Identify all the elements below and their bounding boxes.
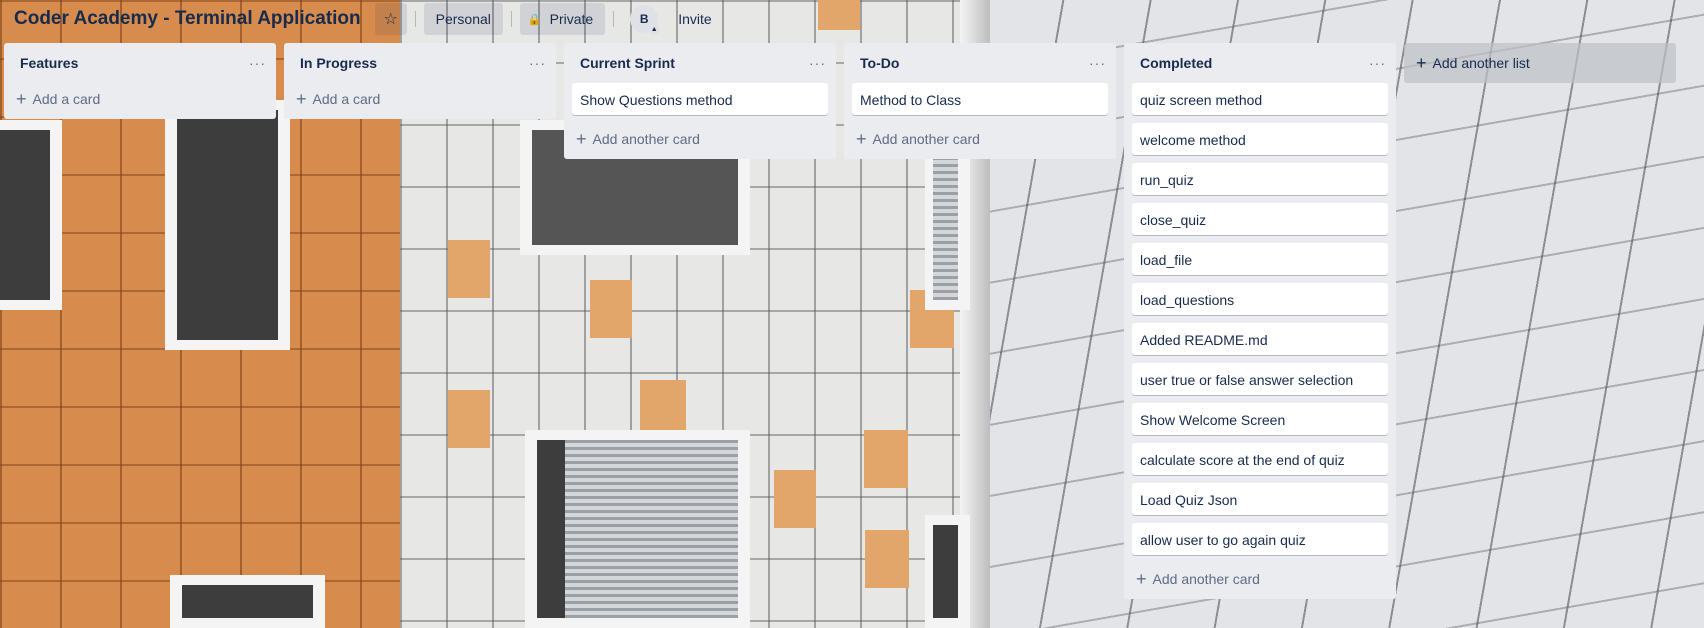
star-icon: ☆ — [383, 11, 398, 28]
privacy-button[interactable]: 🔒 Private — [519, 3, 606, 35]
add-card-label: Add another card — [592, 131, 700, 147]
plus-icon: + — [296, 89, 307, 109]
board-header: Coder Academy - Terminal Application ☆ P… — [0, 0, 1704, 38]
plus-icon: + — [576, 129, 587, 149]
list-menu-icon[interactable]: ··· — [249, 55, 266, 71]
lock-icon: 🔒 — [527, 13, 542, 26]
list-title[interactable]: To-Do — [860, 55, 899, 71]
list-header[interactable]: In Progress ··· — [284, 43, 556, 83]
card-list: Show Questions method — [564, 83, 836, 115]
add-card-label: Add another card — [872, 131, 980, 147]
invite-label: Invite — [678, 11, 712, 27]
privacy-label: Private — [549, 11, 594, 27]
list-menu-icon[interactable]: ··· — [1089, 55, 1106, 71]
card[interactable]: allow user to go again quiz — [1132, 523, 1388, 555]
header-divider — [510, 11, 512, 27]
team-visibility-label: Personal — [435, 11, 491, 27]
admin-badge-icon: ▲ — [649, 25, 660, 35]
add-card-button[interactable]: + Add another card — [848, 123, 1112, 155]
list-title[interactable]: Completed — [1140, 55, 1212, 71]
card[interactable]: quiz screen method — [1132, 83, 1388, 115]
add-card-label: Add a card — [312, 91, 381, 107]
list-title[interactable]: Features — [20, 55, 78, 71]
header-divider — [613, 11, 615, 27]
list-header[interactable]: Current Sprint ··· — [564, 43, 836, 83]
avatar-initial: B — [639, 12, 649, 26]
card[interactable]: Show Questions method — [572, 83, 828, 115]
invite-button[interactable]: Invite — [666, 3, 723, 35]
list-header[interactable]: To-Do ··· — [844, 43, 1116, 83]
card-list: Method to Class — [844, 83, 1116, 115]
card[interactable]: Show Welcome Screen — [1132, 403, 1388, 435]
list-in-progress: In Progress ··· + Add a card — [284, 43, 556, 119]
card[interactable]: Load Quiz Json — [1132, 483, 1388, 515]
card-list: quiz screen method welcome method run_qu… — [1124, 83, 1396, 555]
add-card-button[interactable]: + Add a card — [8, 83, 272, 115]
list-header[interactable]: Features ··· — [4, 43, 276, 83]
list-menu-icon[interactable]: ··· — [529, 55, 546, 71]
card[interactable]: welcome method — [1132, 123, 1388, 155]
list-title[interactable]: Current Sprint — [580, 55, 675, 71]
team-visibility-button[interactable]: Personal — [423, 3, 503, 35]
star-button[interactable]: ☆ — [374, 3, 407, 35]
list-menu-icon[interactable]: ··· — [809, 55, 826, 71]
card[interactable]: calculate score at the end of quiz — [1132, 443, 1388, 475]
add-card-button[interactable]: + Add a card — [288, 83, 552, 115]
add-card-label: Add a card — [32, 91, 101, 107]
card[interactable]: user true or false answer selection — [1132, 363, 1388, 395]
add-card-button[interactable]: + Add another card — [1128, 563, 1392, 595]
list-current-sprint: Current Sprint ··· Show Questions method… — [564, 43, 836, 159]
plus-icon: + — [856, 129, 867, 149]
card[interactable]: Method to Class — [852, 83, 1108, 115]
plus-icon: + — [1136, 569, 1147, 589]
card[interactable]: close_quiz — [1132, 203, 1388, 235]
add-list-button[interactable]: + Add another list — [1404, 43, 1676, 83]
card[interactable]: Added README.md — [1132, 323, 1388, 355]
board-title[interactable]: Coder Academy - Terminal Application — [14, 8, 361, 30]
header-divider — [414, 11, 416, 27]
member-avatar[interactable]: B ▲ — [630, 5, 660, 35]
card[interactable]: load_file — [1132, 243, 1388, 275]
list-completed: Completed ··· quiz screen method welcome… — [1124, 43, 1396, 599]
add-list-label: Add another list — [1432, 55, 1530, 71]
card[interactable]: run_quiz — [1132, 163, 1388, 195]
add-card-button[interactable]: + Add another card — [568, 123, 832, 155]
card[interactable]: load_questions — [1132, 283, 1388, 315]
plus-icon: + — [1416, 53, 1427, 73]
plus-icon: + — [16, 89, 27, 109]
list-title[interactable]: In Progress — [300, 55, 377, 71]
add-card-label: Add another card — [1152, 571, 1260, 587]
list-menu-icon[interactable]: ··· — [1369, 55, 1386, 71]
list-features: Features ··· + Add a card — [4, 43, 276, 119]
list-header[interactable]: Completed ··· — [1124, 43, 1396, 83]
list-to-do: To-Do ··· Method to Class + Add another … — [844, 43, 1116, 159]
